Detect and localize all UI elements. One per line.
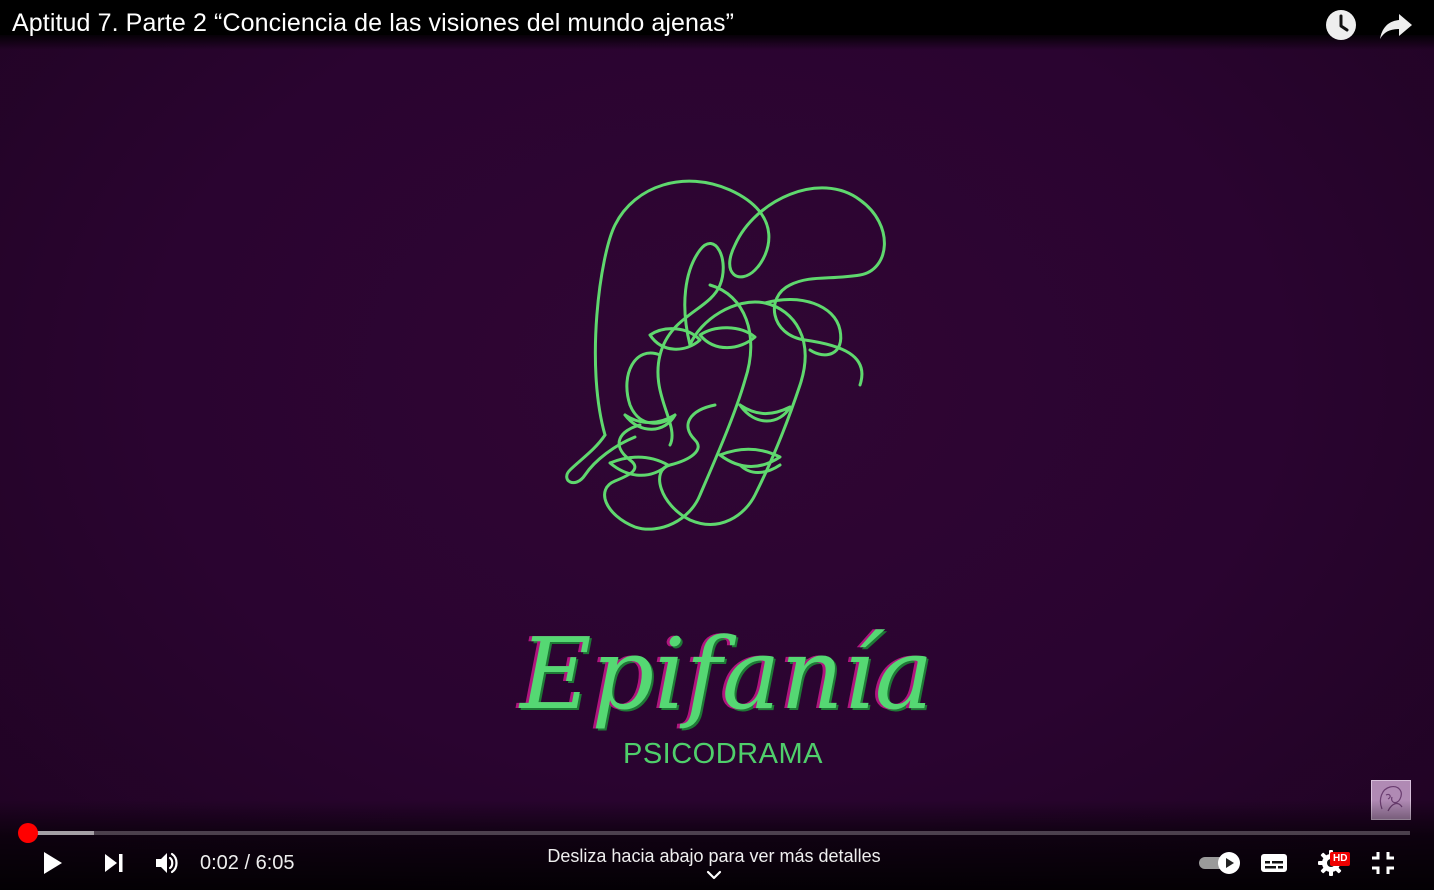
player-controls: 0:02 / 6:05 Desliza hacia abajo para ver… [0, 842, 1434, 890]
swipe-hint[interactable]: Desliza hacia abajo para ver más detalle… [480, 846, 948, 867]
share-arrow-icon[interactable] [1379, 8, 1413, 42]
exit-fullscreen-icon [1372, 852, 1394, 874]
subtitles-button[interactable] [1252, 842, 1296, 884]
skip-next-icon [105, 854, 123, 872]
top-bar: Aptitud 7. Parte 2 “Conciencia de las vi… [0, 0, 1434, 50]
duration: 6:05 [255, 852, 295, 874]
exit-fullscreen-button[interactable] [1361, 842, 1405, 884]
clock-icon[interactable] [1324, 8, 1358, 42]
chevron-down-icon[interactable] [704, 868, 724, 882]
progress-bar[interactable] [28, 831, 1410, 835]
autoplay-toggle-icon [1199, 852, 1240, 874]
progress-scrubber[interactable] [18, 823, 38, 843]
next-button[interactable] [92, 842, 136, 884]
brand-name: Epifanía [520, 618, 934, 732]
hd-badge: HD [1330, 852, 1351, 866]
video-frame[interactable]: Epifanía PSICODRAMA [0, 35, 1434, 890]
autoplay-toggle[interactable] [1196, 842, 1244, 884]
subtitles-icon [1261, 854, 1287, 872]
time-separator: / [238, 852, 256, 874]
video-player[interactable]: Epifanía PSICODRAMA Aptitud 7. Parte 2 “… [0, 0, 1434, 890]
video-title[interactable]: Aptitud 7. Parte 2 “Conciencia de las vi… [12, 9, 734, 38]
play-icon [44, 852, 62, 874]
volume-button[interactable] [145, 842, 189, 884]
brand-subtitle: PSICODRAMA [623, 738, 823, 770]
time-display: 0:02 / 6:05 [200, 852, 295, 875]
volume-icon [156, 852, 178, 874]
current-time: 0:02 [200, 852, 239, 874]
two-faces-line-art-icon [565, 179, 886, 531]
play-button[interactable] [30, 842, 74, 884]
